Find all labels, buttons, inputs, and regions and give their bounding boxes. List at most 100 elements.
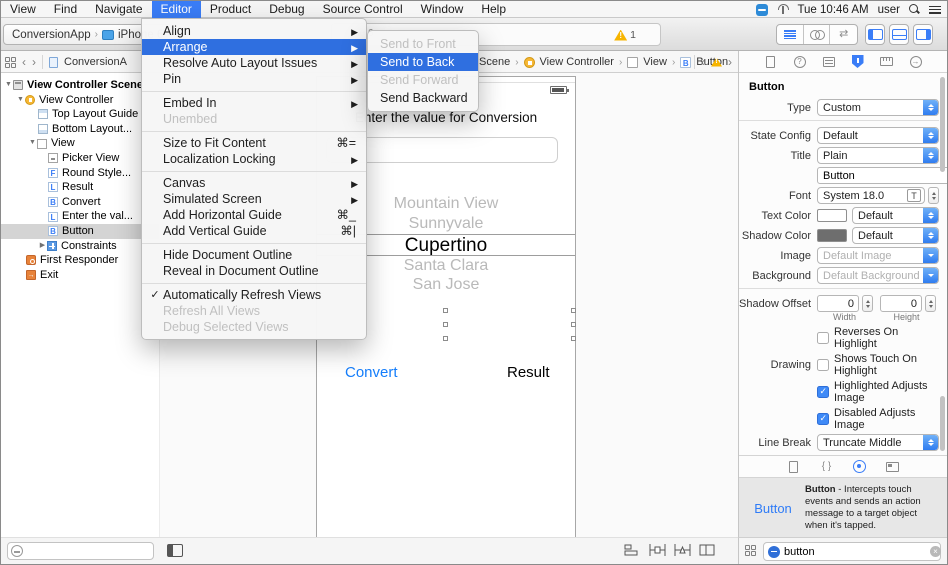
menu-source-control[interactable]: Source Control bbox=[314, 1, 412, 18]
menu-view[interactable]: View bbox=[1, 1, 45, 18]
outline-row-exit[interactable]: → Exit bbox=[1, 268, 159, 283]
standard-editor-button[interactable] bbox=[777, 25, 804, 44]
menu-item-embed-in[interactable]: Embed In ▶ bbox=[142, 95, 366, 111]
menu-item-canvas[interactable]: Canvas ▶ bbox=[142, 175, 366, 191]
disabled-adjusts-checkbox[interactable] bbox=[817, 413, 829, 425]
highlighted-adjusts-checkbox[interactable] bbox=[817, 386, 829, 398]
title-text-field[interactable] bbox=[817, 167, 947, 184]
previous-issue-button[interactable]: ‹ bbox=[701, 55, 705, 69]
object-library-tab[interactable] bbox=[853, 460, 866, 473]
outline-row-convert[interactable]: B Convert bbox=[1, 195, 159, 210]
image-combo[interactable]: Default Image bbox=[817, 247, 939, 264]
selection-handle[interactable] bbox=[571, 308, 576, 313]
submenu-item-send-to-back[interactable]: Send to Back bbox=[368, 53, 478, 71]
outline-row-enter-the-value[interactable]: L Enter the val... bbox=[1, 209, 159, 224]
menu-item-automatically-refresh-views[interactable]: ✓ Automatically Refresh Views bbox=[142, 287, 366, 303]
menu-find[interactable]: Find bbox=[45, 1, 86, 18]
spotlight-icon[interactable] bbox=[909, 4, 920, 15]
menu-product[interactable]: Product bbox=[201, 1, 260, 18]
menu-navigate[interactable]: Navigate bbox=[86, 1, 151, 18]
menu-debug[interactable]: Debug bbox=[260, 1, 313, 18]
library-search-input[interactable] bbox=[784, 545, 926, 558]
library-grid-toggle-icon[interactable] bbox=[745, 545, 756, 556]
menu-window[interactable]: Window bbox=[412, 1, 473, 18]
forward-button[interactable]: › bbox=[32, 55, 36, 69]
teamviewer-icon[interactable] bbox=[756, 3, 769, 16]
selection-handle[interactable] bbox=[443, 322, 448, 327]
selection-handle[interactable] bbox=[443, 336, 448, 341]
toggle-navigator-button[interactable] bbox=[865, 24, 885, 45]
outline-row-constraints[interactable]: ▶ Constraints bbox=[1, 239, 159, 254]
outline-row-view-controller[interactable]: ▼ View Controller bbox=[1, 93, 159, 108]
selection-handle[interactable] bbox=[571, 322, 576, 327]
shadow-offset-width-field[interactable]: 0 bbox=[817, 295, 859, 312]
menu-bar-clock[interactable]: Tue 10:46 AM bbox=[797, 4, 868, 16]
shadow-color-popup[interactable]: Default bbox=[852, 227, 939, 244]
pin-constraints-icon[interactable] bbox=[674, 543, 691, 557]
attributes-inspector-tab[interactable] bbox=[851, 55, 864, 68]
outline-row-round-style[interactable]: F Round Style... bbox=[1, 166, 159, 181]
outline-row-scene[interactable]: ▼ View Controller Scene bbox=[1, 78, 159, 93]
file-template-library-tab[interactable] bbox=[787, 460, 800, 473]
reverses-on-highlight-checkbox[interactable] bbox=[817, 332, 829, 344]
submenu-item-send-backward[interactable]: Send Backward bbox=[368, 89, 478, 107]
shows-touch-checkbox[interactable] bbox=[817, 359, 829, 371]
library-item-button[interactable]: Button Button - Intercepts touch events … bbox=[739, 478, 947, 539]
size-inspector-tab[interactable] bbox=[880, 55, 893, 68]
shadow-offset-height-field[interactable]: 0 bbox=[880, 295, 922, 312]
text-color-swatch[interactable] bbox=[817, 209, 847, 222]
convert-button[interactable]: Convert bbox=[345, 364, 398, 381]
identity-inspector-tab[interactable] bbox=[822, 55, 835, 68]
outline-filter-field[interactable] bbox=[7, 542, 154, 560]
menu-item-arrange[interactable]: Arrange ▶ bbox=[142, 39, 366, 55]
file-inspector-tab[interactable] bbox=[764, 55, 777, 68]
crumb-scene[interactable]: Scene bbox=[479, 56, 510, 68]
menu-item-add-horizontal-guide[interactable]: Add Horizontal Guide ⌘_ bbox=[142, 207, 366, 223]
quick-help-tab[interactable]: ? bbox=[793, 55, 806, 68]
crumb-view[interactable]: View bbox=[643, 56, 667, 68]
outline-row-first-responder[interactable]: First Responder bbox=[1, 253, 159, 268]
selection-handle[interactable] bbox=[571, 336, 576, 341]
jumpbar-file[interactable]: ConversionA bbox=[64, 56, 127, 68]
menu-item-simulated-screen[interactable]: Simulated Screen ▶ bbox=[142, 191, 366, 207]
menu-item-reveal-in-document-outline[interactable]: Reveal in Document Outline bbox=[142, 263, 366, 279]
media-library-tab[interactable] bbox=[886, 460, 899, 473]
font-field[interactable]: System 18.0 T bbox=[817, 187, 925, 204]
toggle-utilities-button[interactable] bbox=[913, 24, 933, 45]
align-constraints-icon[interactable] bbox=[649, 543, 666, 557]
outline-row-top-layout-guide[interactable]: Top Layout Guide bbox=[1, 107, 159, 122]
selection-handle[interactable] bbox=[443, 308, 448, 313]
outline-row-result[interactable]: L Result bbox=[1, 180, 159, 195]
menu-editor[interactable]: Editor bbox=[151, 1, 201, 18]
outline-row-view[interactable]: ▼ View bbox=[1, 136, 159, 151]
menu-item-pin[interactable]: Pin ▶ bbox=[142, 71, 366, 87]
type-popup[interactable]: Custom bbox=[817, 99, 939, 116]
menu-help[interactable]: Help bbox=[472, 1, 515, 18]
menu-item-hide-document-outline[interactable]: Hide Document Outline bbox=[142, 247, 366, 263]
inspector-scrollbar[interactable] bbox=[940, 77, 945, 172]
menu-item-size-to-fit-content[interactable]: Size to Fit Content ⌘= bbox=[142, 135, 366, 151]
shadow-color-swatch[interactable] bbox=[817, 229, 847, 242]
outline-row-button-selected[interactable]: B Button bbox=[1, 223, 159, 239]
toggle-debug-area-button[interactable] bbox=[889, 24, 909, 45]
result-label[interactable]: Result bbox=[507, 364, 550, 381]
crumb-view-controller[interactable]: View Controller bbox=[540, 56, 614, 68]
menu-bar-user[interactable]: user bbox=[878, 4, 900, 16]
state-config-popup[interactable]: Default bbox=[817, 127, 939, 144]
next-issue-button[interactable]: › bbox=[728, 55, 732, 69]
version-editor-button[interactable]: ⇄ bbox=[830, 25, 857, 44]
issue-warning-icon[interactable]: ! bbox=[711, 57, 722, 67]
font-picker-icon[interactable]: T bbox=[907, 189, 921, 202]
warning-indicator[interactable]: ! 1 bbox=[614, 29, 636, 41]
assistant-editor-button[interactable] bbox=[804, 25, 831, 44]
menu-item-align[interactable]: Align ▶ bbox=[142, 23, 366, 39]
line-break-popup[interactable]: Truncate Middle bbox=[817, 434, 939, 451]
text-color-popup[interactable]: Default bbox=[852, 207, 939, 224]
menu-item-resolve-auto-layout-issues[interactable]: Resolve Auto Layout Issues ▶ bbox=[142, 55, 366, 71]
outline-row-picker-view[interactable]: Picker View bbox=[1, 151, 159, 166]
height-stepper[interactable] bbox=[925, 295, 936, 312]
resolve-auto-layout-icon[interactable] bbox=[699, 543, 716, 557]
library-scrollbar[interactable] bbox=[940, 396, 945, 451]
title-style-popup[interactable]: Plain bbox=[817, 147, 939, 164]
outline-row-bottom-layout-guide[interactable]: Bottom Layout... bbox=[1, 122, 159, 137]
